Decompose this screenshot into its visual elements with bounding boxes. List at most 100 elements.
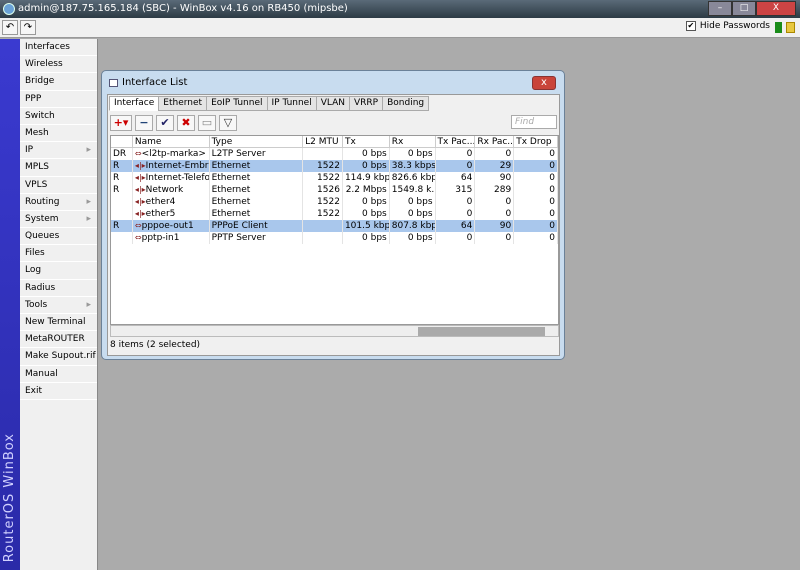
cell: PPPoE Client xyxy=(210,220,304,232)
column-header[interactable]: Type xyxy=(210,136,304,147)
cell-text: 0 xyxy=(549,149,556,159)
sidebar-item-ip[interactable]: IP ▸ xyxy=(20,142,97,160)
table-row[interactable]: ⇔pptp-in1 PPTP Server 0 bps 0 bps 0 0 0 xyxy=(111,232,558,244)
checkbox-icon[interactable]: ✔ xyxy=(685,21,696,31)
sidebar-item-interfaces[interactable]: Interfaces xyxy=(20,39,97,57)
table-row[interactable]: ◂|▸ether4 Ethernet 1522 0 bps 0 bps 0 0 0 xyxy=(111,196,558,208)
cell: ◂|▸ether5 xyxy=(133,208,210,220)
sidebar-item-radius[interactable]: Radius xyxy=(20,280,97,297)
column-header[interactable]: Rx xyxy=(390,136,436,147)
cell-text: Internet-Embra... xyxy=(145,161,209,171)
column-header[interactable]: Tx xyxy=(343,136,390,147)
close-button[interactable]: X xyxy=(756,1,796,16)
sidebar-item-files[interactable]: Files xyxy=(20,245,97,263)
interface-icon: ◂|▸ xyxy=(134,173,146,182)
tab-eoip-tunnel[interactable]: EoIP Tunnel xyxy=(206,96,268,111)
tab-ip-tunnel[interactable]: IP Tunnel xyxy=(266,96,317,111)
sidebar-item-mesh[interactable]: Mesh xyxy=(20,125,97,143)
cell-text: 0 bps xyxy=(362,149,387,159)
tab-vrrp[interactable]: VRRP xyxy=(349,96,384,111)
sidebar-item-bridge[interactable]: Bridge xyxy=(20,73,97,91)
cell-text: R xyxy=(113,161,120,171)
sidebar-item-routing[interactable]: Routing ▸ xyxy=(20,194,97,211)
sidebar-item-wireless[interactable]: Wireless xyxy=(20,56,97,74)
sidebar-item-make-supout-rif[interactable]: Make Supout.rif xyxy=(20,348,97,366)
menu-label: System xyxy=(25,213,59,224)
cell-text: 1522 xyxy=(317,161,340,171)
tab-ethernet[interactable]: Ethernet xyxy=(158,96,208,111)
remove-button[interactable]: − xyxy=(135,115,153,131)
tab-vlan[interactable]: VLAN xyxy=(315,96,351,111)
sidebar-item-metarouter[interactable]: MetaROUTER xyxy=(20,331,97,349)
sidebar-item-system[interactable]: System ▸ xyxy=(20,211,97,229)
horizontal-scrollbar[interactable] xyxy=(110,325,559,337)
sidebar-item-log[interactable]: Log xyxy=(20,262,97,280)
cell: 1522 xyxy=(303,196,343,208)
cell-text: Ethernet xyxy=(211,185,251,195)
sidebar-item-new-terminal[interactable]: New Terminal xyxy=(20,314,97,332)
cell: ⇔pptp-in1 xyxy=(133,232,210,244)
tab-bonding[interactable]: Bonding xyxy=(382,96,430,111)
disable-button[interactable]: ✖ xyxy=(177,115,195,131)
column-header[interactable]: Tx Drop xyxy=(514,136,558,147)
cell xyxy=(111,208,133,220)
cell: 1522 xyxy=(303,172,343,184)
comment-button[interactable]: ▭ xyxy=(198,115,216,131)
hide-passwords-checkbox[interactable]: ✔ Hide Passwords xyxy=(685,21,770,31)
column-header[interactable] xyxy=(111,136,133,147)
table-row[interactable]: DR ⇔<l2tp-marka> L2TP Server 0 bps 0 bps 0 0 0 xyxy=(111,148,558,160)
table-row[interactable]: ◂|▸ether5 Ethernet 1522 0 bps 0 bps 0 0 0 xyxy=(111,208,558,220)
cell: 0 xyxy=(436,232,476,244)
scrollbar-thumb[interactable] xyxy=(418,327,545,336)
cell-text: <l2tp-marka> xyxy=(141,149,206,159)
winbox-icon xyxy=(3,3,15,15)
cell: ◂|▸Internet-Telefo... xyxy=(133,172,210,184)
sidebar-item-manual[interactable]: Manual xyxy=(20,366,97,383)
cell-text: 0 xyxy=(466,209,473,219)
interface-icon: ◂|▸ xyxy=(134,185,146,194)
cell-text: 1522 xyxy=(317,173,340,183)
sidebar-item-vpls[interactable]: VPLS xyxy=(20,177,97,194)
window-close-button[interactable]: x xyxy=(532,76,556,90)
column-header[interactable]: L2 MTU xyxy=(303,136,343,147)
cell-text: 0 bps xyxy=(362,161,387,171)
brand-label: RouterOS WinBox xyxy=(2,432,17,562)
cell: 0 xyxy=(514,184,558,196)
interface-icon: ⇔ xyxy=(134,233,142,242)
sidebar-item-tools[interactable]: Tools ▸ xyxy=(20,297,97,314)
interface-icon: ◂|▸ xyxy=(134,209,146,218)
sidebar-item-mpls[interactable]: MPLS xyxy=(20,159,97,177)
cell: 2.2 Mbps xyxy=(343,184,390,196)
table-row[interactable]: R ◂|▸Internet-Telefo...Ethernet 1522 114.9 … xyxy=(111,172,558,184)
cell: 0 bps xyxy=(390,208,436,220)
redo-button[interactable]: ↷ xyxy=(20,20,36,35)
minimize-button[interactable]: – xyxy=(708,1,732,16)
menu-label: Files xyxy=(25,248,45,259)
filter-button[interactable]: ▽ xyxy=(219,115,237,131)
interface-icon: ◂|▸ xyxy=(134,161,146,170)
cell-text: 29 xyxy=(499,161,512,171)
interface-icon: ⇔ xyxy=(134,221,142,230)
column-header[interactable]: Name xyxy=(133,136,210,147)
tab-interface[interactable]: Interface xyxy=(109,96,160,111)
sidebar-item-switch[interactable]: Switch xyxy=(20,108,97,125)
column-header[interactable]: Tx Pac... xyxy=(436,136,476,147)
cell: 0 bps xyxy=(343,196,390,208)
table-row[interactable]: R ◂|▸Internet-Embra...Ethernet 1522 0 bps 38… xyxy=(111,160,558,172)
add-button[interactable]: +▾ xyxy=(110,115,132,131)
find-input[interactable]: Find xyxy=(511,115,557,129)
undo-button[interactable]: ↶ xyxy=(2,20,18,35)
menu-label: Routing xyxy=(25,196,60,207)
menu-label: Bridge xyxy=(25,76,55,87)
sidebar-item-ppp[interactable]: PPP xyxy=(20,91,97,108)
sidebar-item-queues[interactable]: Queues xyxy=(20,228,97,246)
table-row[interactable]: R ◂|▸Network Ethernet 1526 2.2 Mbps 1549.8 k.… xyxy=(111,184,558,196)
maximize-button[interactable]: □ xyxy=(732,1,756,16)
table-header: Name Type L2 MTU Tx Rx Tx Pac... Rx Pac... Tx D… xyxy=(111,136,558,148)
table-row[interactable]: R⇔pppoe-out1PPPoE Client101.5 kbps807.8 … xyxy=(111,220,558,232)
cell: R xyxy=(111,184,133,196)
enable-button[interactable]: ✔ xyxy=(156,115,174,131)
sidebar-item-exit[interactable]: Exit xyxy=(20,383,97,400)
cell: L2TP Server xyxy=(210,148,304,160)
column-header[interactable]: Rx Pac... xyxy=(475,136,515,147)
